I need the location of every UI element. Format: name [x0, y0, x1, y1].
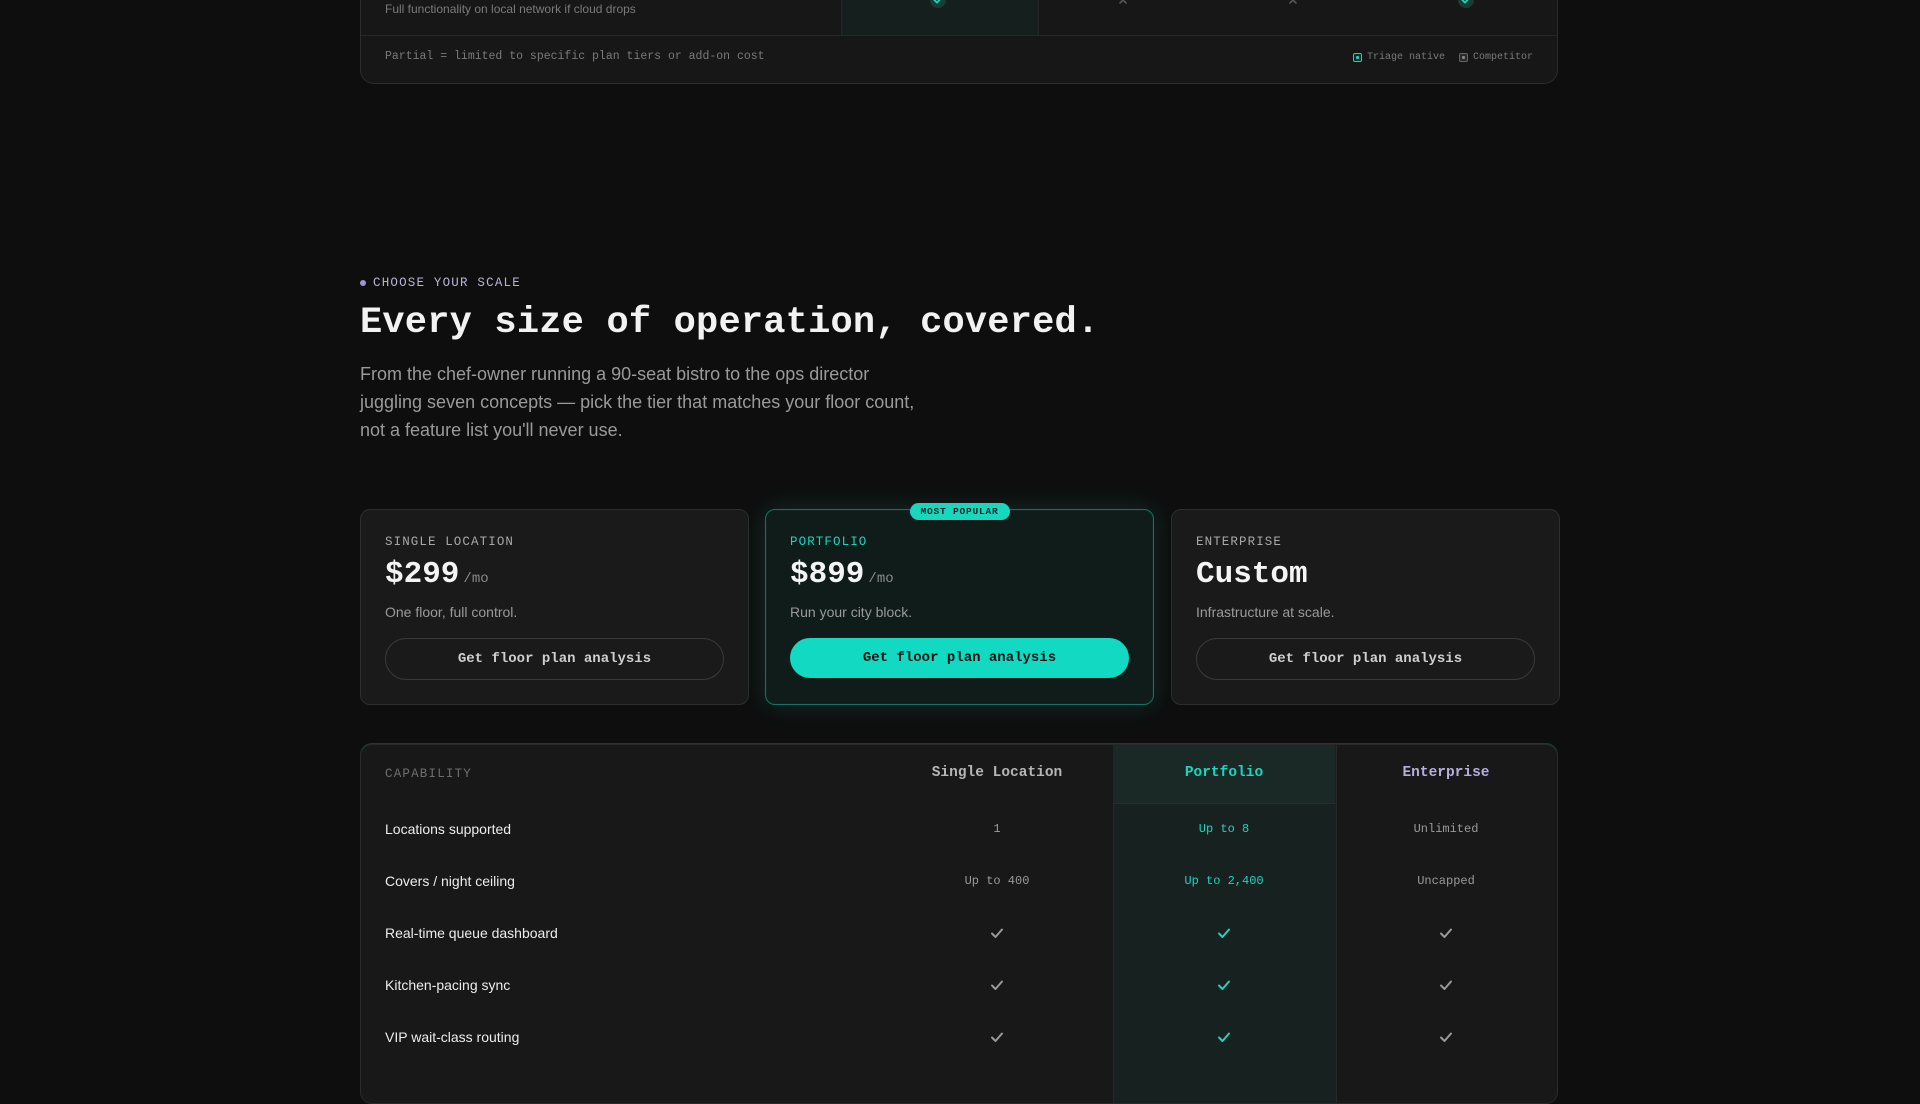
- table-row: Kitchen-pacing sync: [361, 959, 1557, 1011]
- cell-portfolio: Up to 8: [1198, 822, 1250, 836]
- check-icon: [1113, 1029, 1335, 1048]
- cross-icon: [1119, 0, 1127, 4]
- footnote: Partial = limited to specific plan tiers…: [385, 50, 765, 63]
- plan-price: $299/mo: [385, 557, 489, 592]
- legend-native: Triage native: [1352, 52, 1445, 63]
- price-period: /mo: [868, 571, 894, 587]
- native-swatch-icon: [1352, 53, 1362, 62]
- table-row: VIP wait-class routing: [361, 1011, 1557, 1063]
- check-icon: [1335, 925, 1557, 944]
- check-icon: [1335, 977, 1557, 996]
- bullet-dot-icon: [360, 280, 366, 286]
- price-amount: Custom: [1196, 557, 1308, 592]
- check-icon: [1113, 977, 1335, 996]
- check-icon: [881, 977, 1113, 996]
- legend-competitor: Competitor: [1458, 52, 1533, 63]
- table-row: Locations supported 1 Up to 8 Unlimited: [361, 803, 1557, 855]
- subtitle-line: From the chef-owner running a 90-seat bi…: [360, 364, 870, 384]
- plan-tagline: Run your city block.: [790, 604, 913, 620]
- get-analysis-button[interactable]: Get floor plan analysis: [1196, 638, 1535, 680]
- eyebrow-label: CHOOSE YOUR SCALE: [373, 276, 521, 290]
- column-header-portfolio: Portfolio: [1184, 765, 1264, 781]
- plan-card-portfolio: MOST POPULAR PORTFOLIO $899/mo Run your …: [765, 503, 1154, 705]
- check-circle-icon: [930, 0, 946, 8]
- price-amount: $899: [790, 557, 865, 592]
- cell-enterprise: Unlimited: [1413, 822, 1479, 836]
- section-eyebrow: CHOOSE YOUR SCALE: [360, 276, 521, 290]
- section-title: Every size of operation, covered.: [360, 302, 1100, 344]
- cell-single-location: Up to 400: [964, 874, 1030, 888]
- row-label: VIP wait-class routing: [385, 1029, 520, 1045]
- row-label: Locations supported: [385, 821, 512, 837]
- check-icon: [1335, 1029, 1557, 1048]
- price-amount: $299: [385, 557, 460, 592]
- section-subtitle: From the chef-owner running a 90-seat bi…: [360, 360, 940, 444]
- row-label: Covers / night ceiling: [385, 873, 515, 889]
- check-icon: [881, 925, 1113, 944]
- plan-card-enterprise: ENTERPRISE Custom Infrastructure at scal…: [1171, 509, 1560, 705]
- table-row: Covers / night ceiling Up to 400 Up to 2…: [361, 855, 1557, 907]
- price-period: /mo: [463, 571, 489, 587]
- capability-header: CAPABILITY: [385, 767, 473, 781]
- cell-portfolio: Up to 2,400: [1184, 874, 1264, 888]
- plan-tagline: One floor, full control.: [385, 604, 518, 620]
- check-icon: [1113, 925, 1335, 944]
- capability-table: CAPABILITY Single Location Portfolio Ent…: [360, 744, 1558, 1104]
- legend: Triage native Competitor: [1352, 52, 1533, 63]
- comparison-footer: Partial = limited to specific plan tiers…: [361, 36, 1557, 83]
- feature-description: Full functionality on local network if c…: [385, 2, 636, 16]
- cross-icon: [1289, 0, 1297, 4]
- row-label: Real-time queue dashboard: [385, 925, 558, 941]
- table-header-row: CAPABILITY Single Location Portfolio Ent…: [361, 745, 1557, 803]
- subtitle-line: juggling seven concepts — pick the tier …: [360, 392, 915, 412]
- most-popular-badge: MOST POPULAR: [909, 503, 1010, 520]
- legend-competitor-label: Competitor: [1472, 52, 1533, 63]
- get-analysis-button[interactable]: Get floor plan analysis: [790, 638, 1129, 678]
- comparison-row: Full functionality on local network if c…: [361, 0, 1557, 36]
- competitor-swatch-icon: [1458, 53, 1468, 62]
- get-analysis-button[interactable]: Get floor plan analysis: [385, 638, 724, 680]
- plan-price: $899/mo: [790, 557, 894, 592]
- legend-native-label: Triage native: [1366, 52, 1445, 63]
- cell-enterprise: Uncapped: [1417, 874, 1475, 888]
- plan-tier: ENTERPRISE: [1196, 535, 1283, 549]
- plan-tier: SINGLE LOCATION: [385, 535, 515, 549]
- column-header-enterprise: Enterprise: [1402, 765, 1490, 781]
- plan-tier: PORTFOLIO: [790, 535, 868, 549]
- comparison-table: Full functionality on local network if c…: [360, 0, 1558, 84]
- plan-price: Custom: [1196, 557, 1308, 592]
- check-circle-icon: [1458, 0, 1474, 8]
- cell-single-location: 1: [993, 822, 1001, 836]
- check-icon: [881, 1029, 1113, 1048]
- plan-tagline: Infrastructure at scale.: [1196, 604, 1335, 620]
- plan-card-single-location: SINGLE LOCATION $299/mo One floor, full …: [360, 509, 749, 705]
- table-row: Real-time queue dashboard: [361, 907, 1557, 959]
- column-header-single-location: Single Location: [931, 765, 1063, 781]
- row-label: Kitchen-pacing sync: [385, 977, 511, 993]
- subtitle-line: not a feature list you'll never use.: [360, 420, 623, 440]
